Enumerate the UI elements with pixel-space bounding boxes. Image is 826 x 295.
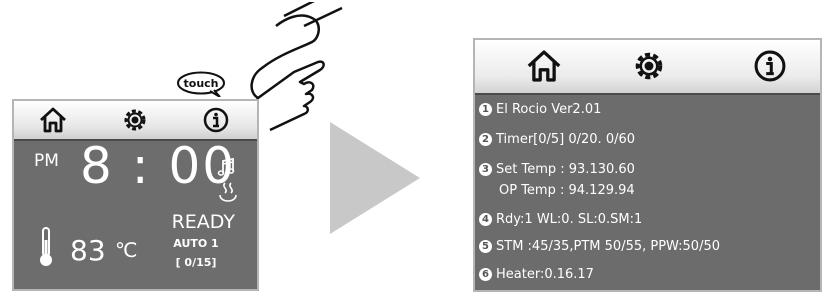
thermometer-icon	[40, 227, 52, 266]
mode-text: AUTO 1	[173, 237, 219, 250]
main-screen: PM 8 : 00 83 ℃ READY AUTO 1 [ 0/15]	[12, 99, 259, 291]
info-text: Heater:0.16.17	[496, 267, 594, 282]
number-badge: 4	[479, 213, 492, 226]
number-badge: 1	[479, 103, 492, 116]
info-text: Rdy:1 WL:0. SL:0.SM:1	[496, 212, 643, 227]
clock-display: 8 : 00	[80, 137, 237, 195]
home-icon[interactable]	[38, 106, 68, 134]
counter-text: [ 0/15]	[175, 256, 217, 269]
number-badge: 2	[479, 133, 492, 146]
temperature-unit: ℃	[115, 238, 138, 262]
info-line-timer: 2 Timer[0/5] 0/20. 0/60	[479, 132, 635, 147]
gear-icon[interactable]	[120, 106, 150, 134]
info-icon[interactable]	[201, 106, 231, 134]
info-screen: 1 El Rocio Ver2.01 2 Timer[0/5] 0/20. 0/60…	[473, 38, 822, 292]
info-line-op-temp: OP Temp : 94.129.94	[479, 183, 635, 198]
touch-label: touch	[183, 77, 219, 90]
top-bar	[14, 101, 257, 141]
info-text: El Rocio Ver2.01	[496, 102, 602, 117]
info-line-version: 1 El Rocio Ver2.01	[479, 102, 601, 117]
info-line-set-temp: 3 Set Temp : 93.130.60	[479, 162, 635, 177]
info-line-stm: 5 STM :45/35,PTM 50/55, PPW:50/50	[479, 239, 720, 254]
number-badge: 3	[479, 163, 492, 176]
transition-arrow-icon	[330, 122, 420, 234]
temperature-value: 83	[70, 234, 106, 267]
number-badge: 5	[479, 240, 492, 253]
status-text: READY	[171, 211, 235, 233]
top-bar	[475, 40, 820, 95]
period-label: PM	[34, 151, 59, 171]
home-icon[interactable]	[525, 48, 563, 84]
info-line-status: 4 Rdy:1 WL:0. SL:0.SM:1	[479, 212, 642, 227]
info-text: Set Temp : 93.130.60	[496, 162, 635, 177]
music-note-icon	[217, 157, 235, 176]
info-text: Timer[0/5] 0/20. 0/60	[496, 132, 636, 147]
steam-icon	[219, 182, 237, 202]
number-badge: 6	[479, 268, 492, 281]
info-text: OP Temp : 94.129.94	[499, 183, 635, 198]
info-text: STM :45/35,PTM 50/55, PPW:50/50	[496, 239, 720, 254]
gear-icon[interactable]	[630, 48, 668, 84]
info-line-heater: 6 Heater:0.16.17	[479, 267, 594, 282]
info-icon[interactable]	[751, 48, 789, 84]
